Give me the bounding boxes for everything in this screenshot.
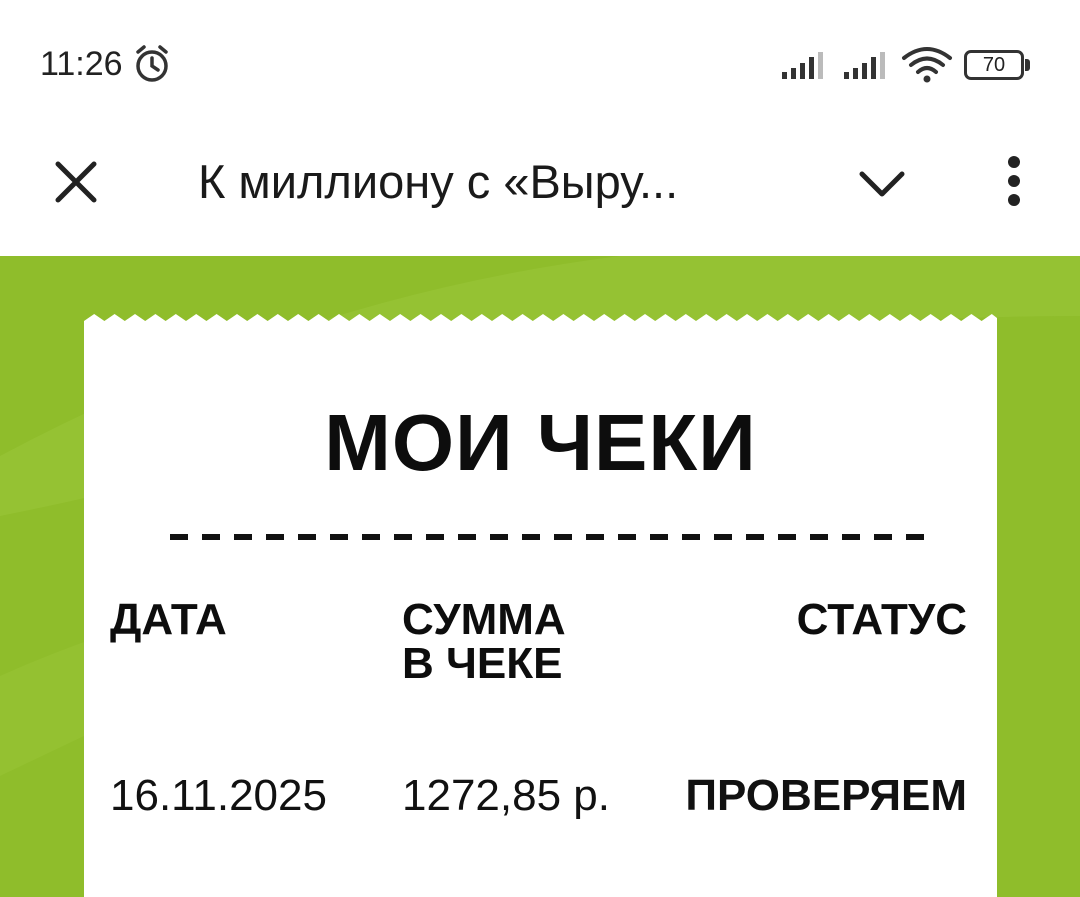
- status-time: 11:26: [40, 45, 123, 83]
- signal-icon: [844, 52, 885, 79]
- receipt-card: МОИ ЧЕКИ ДАТА СУММА В ЧЕКЕ СТАТУС 16.11.…: [84, 326, 997, 897]
- status-bar: 11:26 70: [0, 0, 1080, 110]
- receipt-title: МОИ ЧЕКИ: [324, 398, 757, 487]
- battery-tip: [1025, 59, 1030, 71]
- chevron-down-icon[interactable]: [852, 156, 912, 212]
- close-icon[interactable]: [46, 152, 106, 212]
- column-header-sum: СУММА В ЧЕКЕ: [402, 598, 662, 686]
- column-header-date: ДАТА: [110, 595, 227, 644]
- main-content: МОИ ЧЕКИ ДАТА СУММА В ЧЕКЕ СТАТУС 16.11.…: [0, 256, 1080, 897]
- battery-level: 70: [982, 54, 1006, 76]
- wifi-icon: [902, 47, 952, 83]
- alarm-icon: [136, 45, 168, 82]
- row-sum: 1272,85 р.: [402, 771, 610, 820]
- row-status: ПРОВЕРЯЕМ: [685, 771, 967, 820]
- column-header-status: СТАТУС: [796, 595, 967, 644]
- column-header-sum-line1: СУММА: [402, 595, 566, 644]
- app-bar: К миллиону с «Выру...: [0, 110, 1080, 256]
- more-vertical-icon[interactable]: [994, 150, 1034, 214]
- row-date: 16.11.2025: [110, 771, 327, 820]
- page-title: К миллиону с «Выру...: [198, 155, 679, 208]
- signal-icon: [782, 52, 823, 79]
- column-header-sum-line2: В ЧЕКЕ: [402, 639, 563, 688]
- battery-icon: 70: [964, 50, 1030, 80]
- dashed-divider: [170, 534, 924, 540]
